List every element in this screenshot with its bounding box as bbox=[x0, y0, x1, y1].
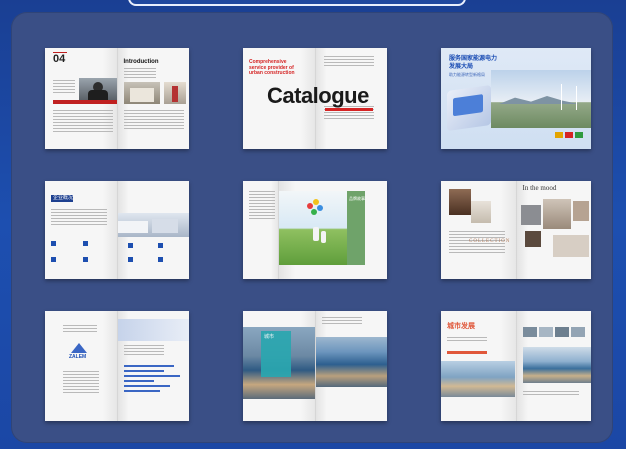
mood-title: In the mood bbox=[522, 184, 557, 192]
brochure-data-right-page bbox=[117, 311, 189, 421]
intro-title: Introduction bbox=[123, 59, 159, 65]
brochure-energy[interactable]: 服务国家能源电力 发展大局 助力能源转型新格局 bbox=[441, 48, 591, 149]
thumb-1 bbox=[522, 327, 537, 337]
catalogue-title: Catalogue bbox=[267, 83, 369, 108]
photo-hall bbox=[163, 82, 186, 104]
energy-subtitle: 助力能源转型新格局 bbox=[449, 72, 485, 77]
mood-photo-wide bbox=[552, 235, 589, 257]
brochure-corporate-right-page bbox=[117, 181, 189, 279]
brochure-balloons-right-page: 品牌故事 bbox=[279, 181, 387, 279]
text-lines bbox=[63, 325, 97, 334]
brochure-catalogue[interactable]: Comprehensive service provider of urban … bbox=[243, 48, 387, 149]
text-lines bbox=[53, 110, 113, 134]
brochure-balloons-left-page bbox=[243, 181, 279, 279]
mood-photo bbox=[520, 205, 541, 225]
mood-photo-dark bbox=[524, 231, 541, 247]
brochure-city-aerial[interactable]: 城市 bbox=[243, 311, 387, 421]
brochure-intro[interactable]: 04 Introduction bbox=[45, 48, 189, 149]
brochure-balloons[interactable]: 品牌故事 bbox=[243, 181, 387, 279]
isometric-device-icon bbox=[447, 84, 491, 132]
orange-bar bbox=[447, 351, 487, 354]
bridge-photo bbox=[522, 347, 591, 383]
bullet-icon bbox=[51, 257, 56, 262]
section-label-box: 企业概况 bbox=[51, 195, 73, 202]
bar-4 bbox=[123, 380, 154, 382]
bar-6 bbox=[123, 390, 160, 392]
city-photo bbox=[441, 361, 515, 397]
photo-building bbox=[123, 82, 160, 104]
brochure-data-report[interactable]: ZALEM bbox=[45, 311, 189, 421]
brochure-data-left-page: ZALEM bbox=[45, 311, 118, 421]
brochure-city-report[interactable]: 城市发展 bbox=[441, 311, 591, 421]
badge-red bbox=[565, 132, 573, 138]
aerial-photo-right bbox=[315, 337, 387, 387]
bullet-icon bbox=[83, 241, 88, 246]
brochure-mood-left-page bbox=[441, 181, 517, 279]
brochure-intro-right-page: Introduction bbox=[117, 48, 189, 149]
text-lines bbox=[447, 337, 487, 343]
section-label: 企业概况 bbox=[53, 195, 74, 201]
mood-collection: COLLECTION bbox=[469, 239, 511, 244]
bullet-icon bbox=[157, 243, 163, 248]
text-lines bbox=[53, 80, 75, 95]
brochure-grid: 04 Introduction Comprehensive service pr… bbox=[45, 48, 591, 421]
mood-photo-small bbox=[572, 201, 589, 221]
teal-overlay: 城市 bbox=[261, 331, 291, 377]
bullet-icon bbox=[127, 243, 133, 248]
brochure-city-right-page bbox=[315, 311, 387, 421]
photo-portrait bbox=[79, 78, 117, 100]
brochure-report-right-page bbox=[516, 311, 591, 421]
brochure-city-left-page: 城市 bbox=[243, 311, 316, 421]
brochure-intro-left-page: 04 bbox=[45, 48, 118, 149]
energy-title-line1: 服务国家能源电力 bbox=[449, 56, 498, 62]
thumb-2 bbox=[538, 327, 553, 337]
brochure-corporate[interactable]: 企业概况 bbox=[45, 181, 189, 279]
text-lines bbox=[123, 68, 156, 80]
brand-logo-icon bbox=[71, 343, 87, 353]
top-tab-outline bbox=[128, 0, 466, 6]
balloons-photo bbox=[279, 191, 347, 265]
bar-5 bbox=[123, 385, 170, 387]
mood-photo-large bbox=[542, 199, 571, 229]
landscape-photo bbox=[491, 70, 591, 128]
bullet-icon bbox=[83, 257, 88, 262]
brochure-mood-right-page: In the mood bbox=[516, 181, 591, 279]
catalogue-tagline: Comprehensive service provider of urban … bbox=[249, 59, 295, 76]
report-label: 城市发展 bbox=[447, 323, 475, 330]
brand-name: ZALEM bbox=[69, 354, 87, 360]
red-strip bbox=[53, 100, 117, 104]
green-sidebar: 品牌故事 bbox=[347, 191, 365, 265]
text-lines bbox=[51, 209, 107, 227]
energy-title-line2: 发展大局 bbox=[449, 64, 474, 70]
brochure-corporate-left-page: 企业概况 bbox=[45, 181, 118, 279]
text-lines bbox=[249, 191, 275, 221]
model-photo bbox=[449, 189, 471, 215]
chapter-number: 04 bbox=[53, 53, 66, 65]
catalogue-showcase-panel: 04 Introduction Comprehensive service pr… bbox=[11, 12, 613, 443]
text-lines bbox=[522, 391, 579, 397]
header-photo bbox=[117, 319, 189, 341]
building-photo bbox=[117, 213, 189, 237]
bullet-icon bbox=[127, 257, 133, 262]
bar-1 bbox=[123, 365, 174, 367]
brochure-mood[interactable]: In the mood COLLECTION bbox=[441, 181, 591, 279]
sidebar-label: 品牌故事 bbox=[349, 196, 365, 201]
bar-2 bbox=[123, 370, 164, 372]
bullet-icon bbox=[51, 241, 56, 246]
brochure-report-left-page: 城市发展 bbox=[441, 311, 517, 421]
bullet-icon bbox=[157, 257, 163, 262]
catalogue-underline bbox=[325, 108, 373, 111]
overlay-label: 城市 bbox=[264, 334, 275, 340]
badge-green bbox=[575, 132, 583, 138]
model-photo-secondary bbox=[471, 201, 491, 223]
bar-3 bbox=[123, 375, 180, 377]
text-lines bbox=[321, 317, 362, 326]
table-lines bbox=[63, 371, 99, 395]
thumb-4 bbox=[570, 327, 585, 337]
text-lines bbox=[323, 56, 374, 68]
text-lines bbox=[123, 345, 164, 357]
thumb-3 bbox=[554, 327, 569, 337]
badge-yellow bbox=[555, 132, 563, 138]
text-lines bbox=[123, 110, 184, 131]
